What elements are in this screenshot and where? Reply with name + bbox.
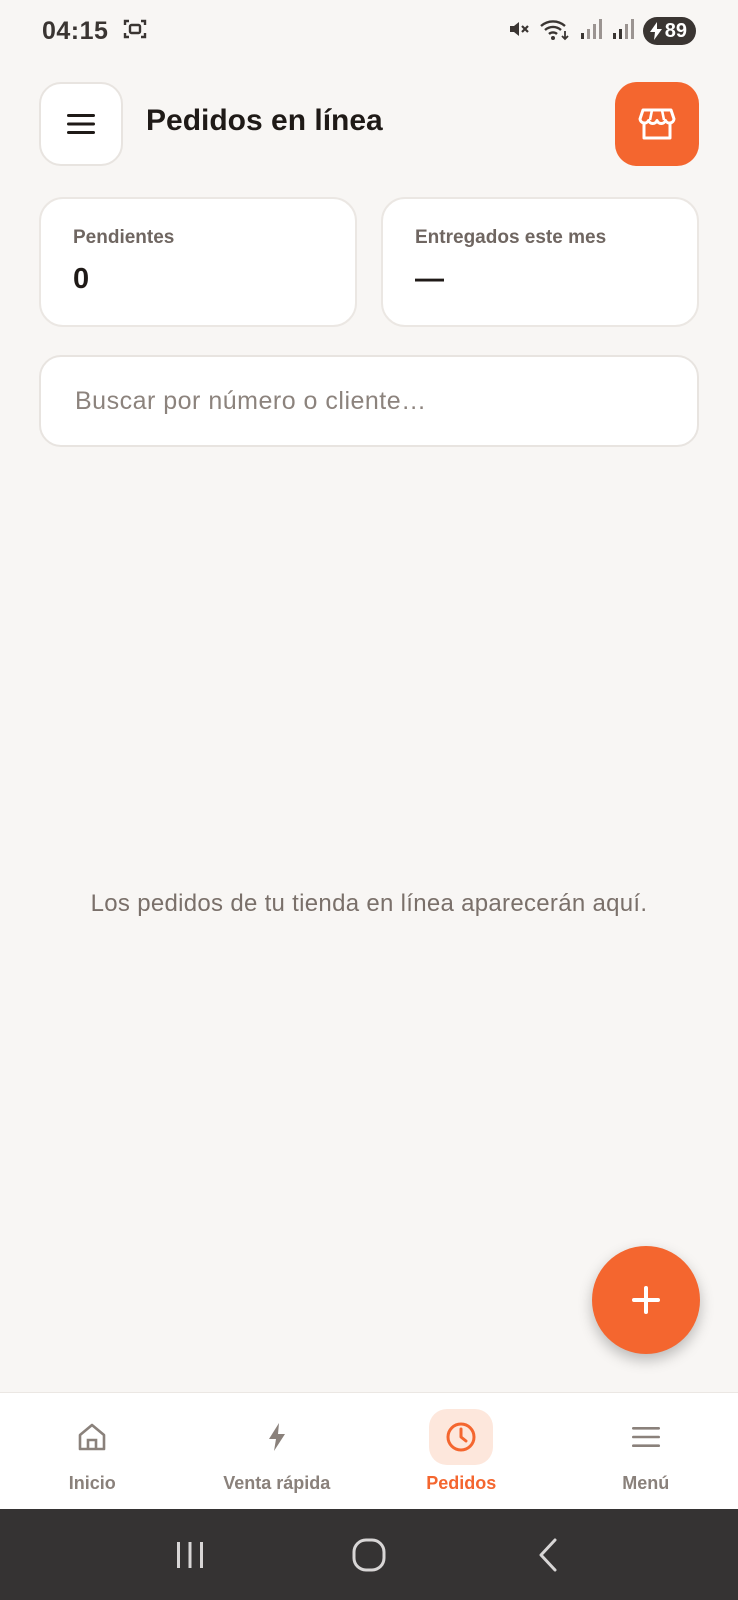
delivered-label: Entregados este mes — [415, 227, 607, 248]
menu-button[interactable] — [39, 82, 123, 166]
delivered-value: — — [415, 263, 444, 295]
battery-indicator: 89 — [642, 17, 696, 45]
battery-level: 89 — [664, 19, 687, 42]
nav-icon-wrap — [614, 1409, 678, 1465]
home-circle-icon — [352, 1538, 386, 1571]
pending-value: 0 — [73, 263, 90, 295]
status-left: 04:15 — [42, 17, 148, 46]
mute-icon — [507, 17, 531, 46]
store-button[interactable] — [615, 82, 699, 166]
pending-card: Pendientes 0 — [39, 197, 357, 327]
nav-icon-wrap — [245, 1409, 309, 1465]
back-arrow-icon — [539, 1538, 557, 1571]
nav-item-pedidos[interactable]: Pedidos — [369, 1393, 554, 1509]
hamburger-icon — [67, 114, 95, 134]
nav-label: Pedidos — [426, 1473, 497, 1493]
empty-state-message: Los pedidos de tu tienda en línea aparec… — [90, 890, 648, 917]
system-nav-bar — [0, 1509, 738, 1600]
recent-apps-button[interactable] — [160, 1525, 220, 1585]
nav-label: Menú — [622, 1473, 670, 1493]
nav-item-menu[interactable]: Menú — [554, 1393, 738, 1509]
nav-item-inicio[interactable]: Inicio — [0, 1393, 185, 1509]
wifi-icon — [539, 17, 571, 46]
charging-icon — [649, 22, 662, 40]
screen: 04:15 89 Pedidos en línea Pendientes 0 E… — [0, 0, 738, 1600]
search-input[interactable] — [39, 355, 699, 447]
signal-icon — [579, 17, 603, 46]
nav-label: Venta rápida — [223, 1473, 331, 1493]
lightning-icon — [268, 1423, 285, 1451]
home-button[interactable] — [339, 1525, 399, 1585]
bottom-nav: Inicio Venta rápida Pedidos Menú — [0, 1392, 738, 1509]
nav-icon-wrap — [60, 1409, 124, 1465]
nav-label: Inicio — [68, 1473, 116, 1493]
screenshot-icon — [122, 17, 148, 46]
nav-item-venta-rapida[interactable]: Venta rápida — [185, 1393, 370, 1509]
plus-icon — [632, 1286, 660, 1314]
add-order-button[interactable] — [592, 1246, 700, 1354]
clock-icon — [446, 1422, 476, 1452]
page-title: Pedidos en línea — [146, 104, 383, 137]
signal-icon-2 — [611, 17, 635, 46]
status-time: 04:15 — [42, 16, 109, 45]
nav-icon-wrap — [429, 1409, 494, 1465]
home-icon — [78, 1423, 106, 1451]
recent-apps-icon — [176, 1541, 203, 1568]
status-right: 89 — [507, 17, 696, 46]
back-button[interactable] — [518, 1525, 578, 1585]
pending-label: Pendientes — [73, 227, 175, 248]
store-icon — [638, 108, 676, 140]
delivered-card: Entregados este mes — — [381, 197, 699, 327]
menu-lines-icon — [631, 1427, 660, 1447]
status-bar: 04:15 89 — [0, 0, 738, 62]
